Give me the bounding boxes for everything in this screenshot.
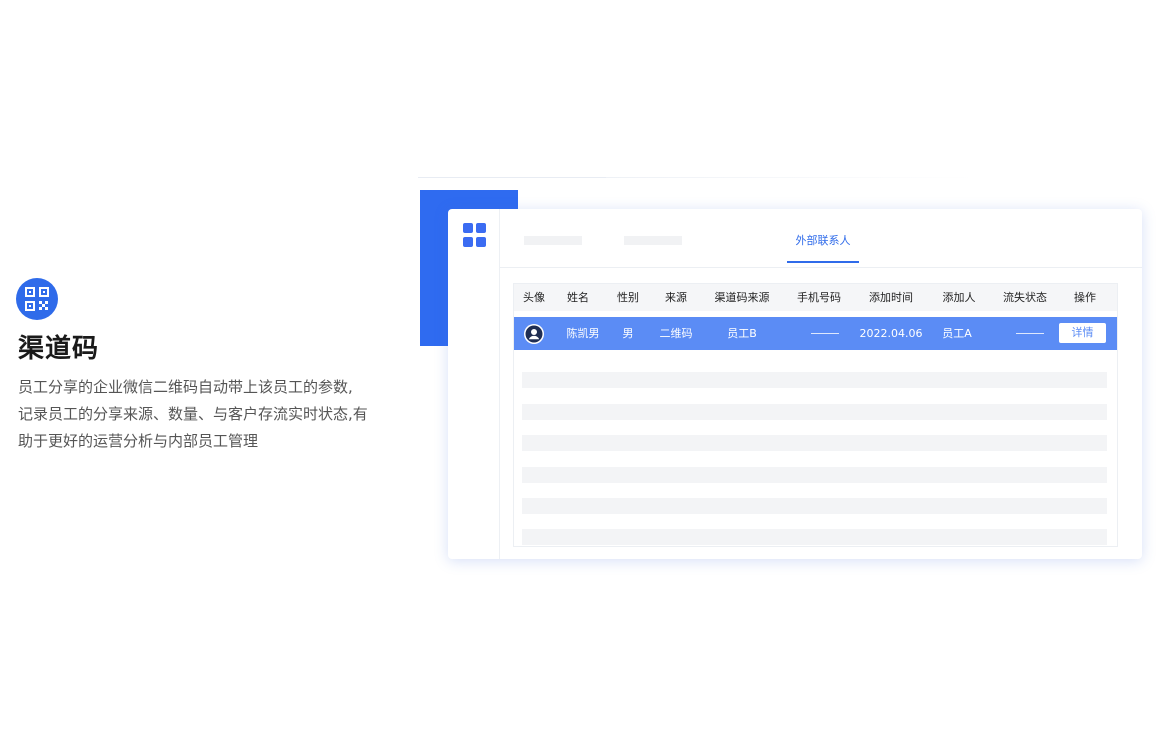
- decorative-line: [418, 177, 606, 178]
- description-line: 员工分享的企业微信二维码自动带上该员工的参数,: [18, 378, 353, 396]
- contact-added-time: 2022.04.06: [859, 327, 923, 340]
- feature-title: 渠道码: [18, 334, 100, 364]
- placeholder-row: [522, 404, 1107, 420]
- user-avatar-icon: [524, 324, 544, 344]
- contacts-table: 头像 姓名 性别 来源 渠道码来源 手机号码 添加时间 添加人 流失状态 操作 …: [513, 283, 1118, 547]
- column-header: 手机号码: [797, 291, 841, 304]
- description-line: 记录员工的分享来源、数量、与客户存流实时状态,有: [18, 405, 368, 423]
- placeholder-row: [522, 498, 1107, 514]
- contact-gender: 男: [622, 327, 634, 340]
- column-header: 姓名: [567, 291, 589, 304]
- column-header: 操作: [1074, 291, 1096, 304]
- app-window: 外部联系人 头像 姓名 性别 来源 渠道码来源 手机号码 添加时间 添加人 流失…: [448, 209, 1142, 559]
- contact-added-by: 员工A: [942, 327, 972, 340]
- contact-source: 二维码: [659, 327, 693, 340]
- grid-icon[interactable]: [463, 223, 487, 247]
- tab-bar: 外部联系人: [500, 209, 1142, 268]
- column-header: 来源: [665, 291, 687, 304]
- sidebar: [448, 209, 500, 559]
- column-header: 流失状态: [1003, 291, 1047, 304]
- table-header: 头像 姓名 性别 来源 渠道码来源 手机号码 添加时间 添加人 流失状态 操作: [514, 284, 1117, 311]
- contact-name: 陈凯男: [566, 327, 600, 340]
- description-line: 助于更好的运营分析与内部员工管理: [18, 432, 259, 450]
- tab-placeholder[interactable]: [624, 236, 682, 245]
- contact-channel-source: 员工B: [727, 327, 757, 340]
- tab-placeholder[interactable]: [524, 236, 582, 245]
- column-header: 渠道码来源: [714, 291, 770, 304]
- detail-button[interactable]: 详情: [1059, 323, 1106, 343]
- column-header: 头像: [523, 291, 545, 304]
- placeholder-row: [522, 435, 1107, 451]
- churn-status-empty-dash: [1016, 333, 1044, 334]
- table-row-selected[interactable]: 陈凯男 男 二维码 员工B 2022.04.06 员工A 详情: [514, 317, 1117, 350]
- column-header: 添加人: [942, 291, 976, 304]
- column-header: 添加时间: [869, 291, 913, 304]
- column-header: 性别: [617, 291, 639, 304]
- placeholder-row: [522, 372, 1107, 388]
- feature-description: 员工分享的企业微信二维码自动带上该员工的参数, 记录员工的分享来源、数量、与客户…: [18, 374, 388, 455]
- placeholder-row: [522, 529, 1107, 545]
- qr-code-icon: [16, 278, 58, 320]
- phone-empty-dash: [811, 333, 839, 334]
- placeholder-row: [522, 467, 1107, 483]
- decorative-line: [606, 177, 976, 178]
- tab-external-contacts[interactable]: 外部联系人: [787, 233, 859, 263]
